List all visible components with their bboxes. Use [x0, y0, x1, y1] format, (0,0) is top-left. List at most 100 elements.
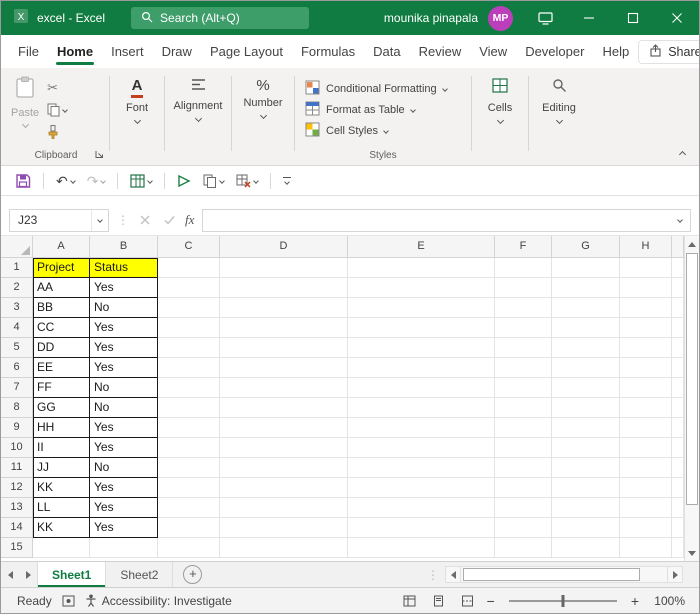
cell-H10[interactable]	[620, 438, 672, 458]
customize-qat-button[interactable]	[283, 176, 292, 186]
cell-offgrid-8[interactable]	[672, 398, 684, 418]
menu-tab-view[interactable]: View	[470, 35, 516, 68]
cell-C12[interactable]	[158, 478, 220, 498]
cell-D7[interactable]	[220, 378, 348, 398]
cell-offgrid-1[interactable]	[672, 258, 684, 278]
copy-sheet-button[interactable]	[203, 174, 226, 188]
column-header-E[interactable]: E	[348, 236, 495, 258]
row-header-15[interactable]: 15	[1, 538, 33, 558]
cell-A12[interactable]: KK	[33, 478, 90, 498]
cell-offgrid-7[interactable]	[672, 378, 684, 398]
cell-offgrid-15[interactable]	[672, 538, 684, 558]
menu-tab-review[interactable]: Review	[410, 35, 471, 68]
sheet-nav-right-button[interactable]	[19, 562, 37, 587]
cell-A14[interactable]: KK	[33, 518, 90, 538]
row-header-1[interactable]: 1	[1, 258, 33, 278]
row-header-13[interactable]: 13	[1, 498, 33, 518]
save-button[interactable]	[15, 173, 31, 189]
cell-E3[interactable]	[348, 298, 495, 318]
view-normal-button[interactable]	[403, 595, 416, 607]
cell-A11[interactable]: JJ	[33, 458, 90, 478]
cell-A7[interactable]: FF	[33, 378, 90, 398]
view-page-layout-button[interactable]	[432, 595, 445, 607]
row-header-6[interactable]: 6	[1, 358, 33, 378]
zoom-out-button[interactable]: −	[487, 594, 495, 608]
cell-G6[interactable]	[552, 358, 620, 378]
cell-F10[interactable]	[495, 438, 552, 458]
cell-E6[interactable]	[348, 358, 495, 378]
cell-B9[interactable]: Yes	[90, 418, 158, 438]
menu-tab-page-layout[interactable]: Page Layout	[201, 35, 292, 68]
share-button[interactable]: Share	[638, 39, 699, 64]
cell-G10[interactable]	[552, 438, 620, 458]
cell-G8[interactable]	[552, 398, 620, 418]
cell-offgrid-5[interactable]	[672, 338, 684, 358]
undo-button[interactable]: ↶	[56, 174, 76, 188]
cell-H4[interactable]	[620, 318, 672, 338]
account-name[interactable]: mounika pinapala	[384, 11, 478, 25]
column-header-D[interactable]: D	[220, 236, 348, 258]
conditional-formatting-button[interactable]: Conditional Formatting	[297, 78, 469, 99]
row-header-14[interactable]: 14	[1, 518, 33, 538]
cell-B7[interactable]: No	[90, 378, 158, 398]
horizontal-scroll-thumb[interactable]	[463, 568, 641, 581]
cell-B12[interactable]: Yes	[90, 478, 158, 498]
cell-D8[interactable]	[220, 398, 348, 418]
send-button[interactable]	[177, 174, 192, 188]
cell-D1[interactable]	[220, 258, 348, 278]
font-group-button[interactable]: A Font	[112, 68, 162, 165]
menu-tab-help[interactable]: Help	[593, 35, 638, 68]
cell-A4[interactable]: CC	[33, 318, 90, 338]
alignment-group-button[interactable]: Alignment	[167, 68, 229, 165]
cell-H15[interactable]	[620, 538, 672, 558]
cell-E10[interactable]	[348, 438, 495, 458]
redo-button[interactable]: ↷	[87, 174, 107, 188]
formula-input[interactable]	[202, 208, 691, 232]
cell-G15[interactable]	[552, 538, 620, 558]
cell-E14[interactable]	[348, 518, 495, 538]
cell-G11[interactable]	[552, 458, 620, 478]
menu-tab-formulas[interactable]: Formulas	[292, 35, 364, 68]
cell-A3[interactable]: BB	[33, 298, 90, 318]
menu-tab-developer[interactable]: Developer	[516, 35, 593, 68]
cell-B8[interactable]: No	[90, 398, 158, 418]
number-group-button[interactable]: % Number	[234, 68, 292, 165]
cell-B6[interactable]: Yes	[90, 358, 158, 378]
cell-C10[interactable]	[158, 438, 220, 458]
scroll-left-button[interactable]	[445, 566, 461, 583]
enter-button[interactable]	[161, 215, 177, 225]
cell-D9[interactable]	[220, 418, 348, 438]
cell-H3[interactable]	[620, 298, 672, 318]
zoom-level[interactable]: 100%	[651, 594, 685, 608]
cell-offgrid-11[interactable]	[672, 458, 684, 478]
cell-G9[interactable]	[552, 418, 620, 438]
cell-F5[interactable]	[495, 338, 552, 358]
menu-tab-home[interactable]: Home	[48, 35, 102, 68]
cell-E9[interactable]	[348, 418, 495, 438]
macro-record-button[interactable]	[62, 595, 75, 607]
cell-C13[interactable]	[158, 498, 220, 518]
cell-E8[interactable]	[348, 398, 495, 418]
cell-offgrid-3[interactable]	[672, 298, 684, 318]
cell-E11[interactable]	[348, 458, 495, 478]
column-header-F[interactable]: F	[495, 236, 552, 258]
cell-E13[interactable]	[348, 498, 495, 518]
cell-H5[interactable]	[620, 338, 672, 358]
cell-H13[interactable]	[620, 498, 672, 518]
format-painter-button[interactable]	[47, 124, 67, 139]
cell-E1[interactable]	[348, 258, 495, 278]
cell-F9[interactable]	[495, 418, 552, 438]
view-page-break-button[interactable]	[461, 595, 474, 607]
cell-B14[interactable]: Yes	[90, 518, 158, 538]
cell-A15[interactable]	[33, 538, 90, 558]
cell-H7[interactable]	[620, 378, 672, 398]
expand-formula-bar-icon[interactable]	[677, 217, 683, 223]
insert-function-button[interactable]: fx	[185, 212, 194, 228]
name-box[interactable]: J23	[9, 208, 109, 232]
menu-tab-data[interactable]: Data	[364, 35, 409, 68]
scroll-up-button[interactable]	[685, 236, 699, 252]
cell-G7[interactable]	[552, 378, 620, 398]
cell-C5[interactable]	[158, 338, 220, 358]
cell-G2[interactable]	[552, 278, 620, 298]
cell-H14[interactable]	[620, 518, 672, 538]
